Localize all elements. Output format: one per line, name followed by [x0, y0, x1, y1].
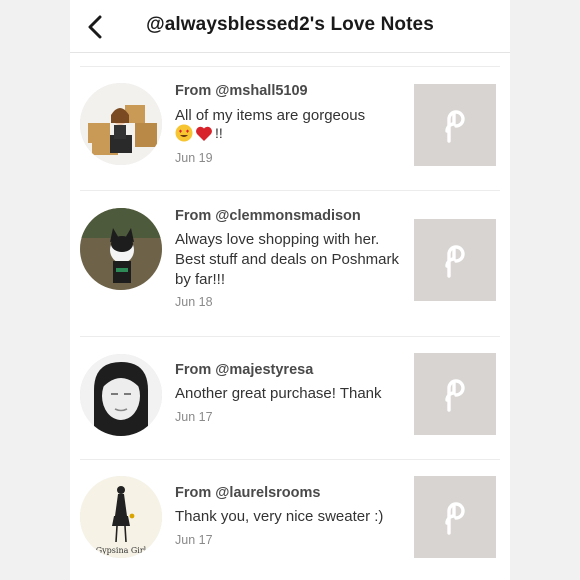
poshmark-logo-icon	[445, 379, 465, 412]
listing-thumbnail[interactable]	[414, 84, 496, 166]
note-message: All of my items are gorgeous	[175, 107, 366, 124]
avatar[interactable]	[80, 208, 162, 290]
emoji-row: !!	[175, 124, 223, 142]
note-date: Jun 18	[175, 295, 213, 309]
emoji-suffix: !!	[215, 125, 223, 141]
note-sender[interactable]: From @majestyresa	[175, 362, 313, 378]
note-date: Jun 17	[175, 533, 213, 547]
note-sender[interactable]: From @clemmonsmadison	[175, 208, 361, 224]
love-note-item: From @mshall5109 All of my items are gor…	[80, 67, 500, 191]
header-bar: @alwaysblessed2's Love Notes	[70, 0, 510, 53]
avatar-caption: Gypsina Girl	[96, 546, 147, 555]
avatar[interactable]	[80, 354, 162, 436]
love-note-item: From @clemmonsmadison Always love shoppi…	[80, 190, 500, 337]
red-heart-emoji-icon	[196, 126, 212, 141]
avatar[interactable]: Gypsina Girl	[80, 476, 162, 558]
note-date: Jun 19	[175, 151, 213, 165]
note-sender[interactable]: From @laurelsrooms	[175, 485, 320, 501]
listing-thumbnail[interactable]	[414, 476, 496, 558]
note-date: Jun 17	[175, 410, 213, 424]
note-message: Thank you, very nice sweater :)	[175, 508, 384, 525]
listing-thumbnail[interactable]	[414, 219, 496, 301]
heart-eyes-emoji-icon	[175, 124, 193, 142]
note-message: Another great purchase! Thank	[175, 385, 382, 402]
phone-screen: @alwaysblessed2's Love Notes From @mshal…	[70, 0, 510, 580]
page-title: @alwaysblessed2's Love Notes	[146, 14, 434, 35]
listing-thumbnail[interactable]	[414, 353, 496, 435]
poshmark-logo-icon	[445, 110, 465, 143]
poshmark-logo-icon	[445, 502, 465, 535]
love-note-item: From @majestyresa Another great purchase…	[80, 336, 500, 460]
love-note-item: Gypsina Girl From @laurelsrooms Thank yo…	[80, 459, 500, 580]
note-sender[interactable]: From @mshall5109	[175, 83, 308, 99]
note-message: Always love shopping with her. Best stuf…	[175, 231, 400, 288]
poshmark-logo-icon	[445, 245, 465, 278]
avatar[interactable]	[80, 83, 162, 165]
